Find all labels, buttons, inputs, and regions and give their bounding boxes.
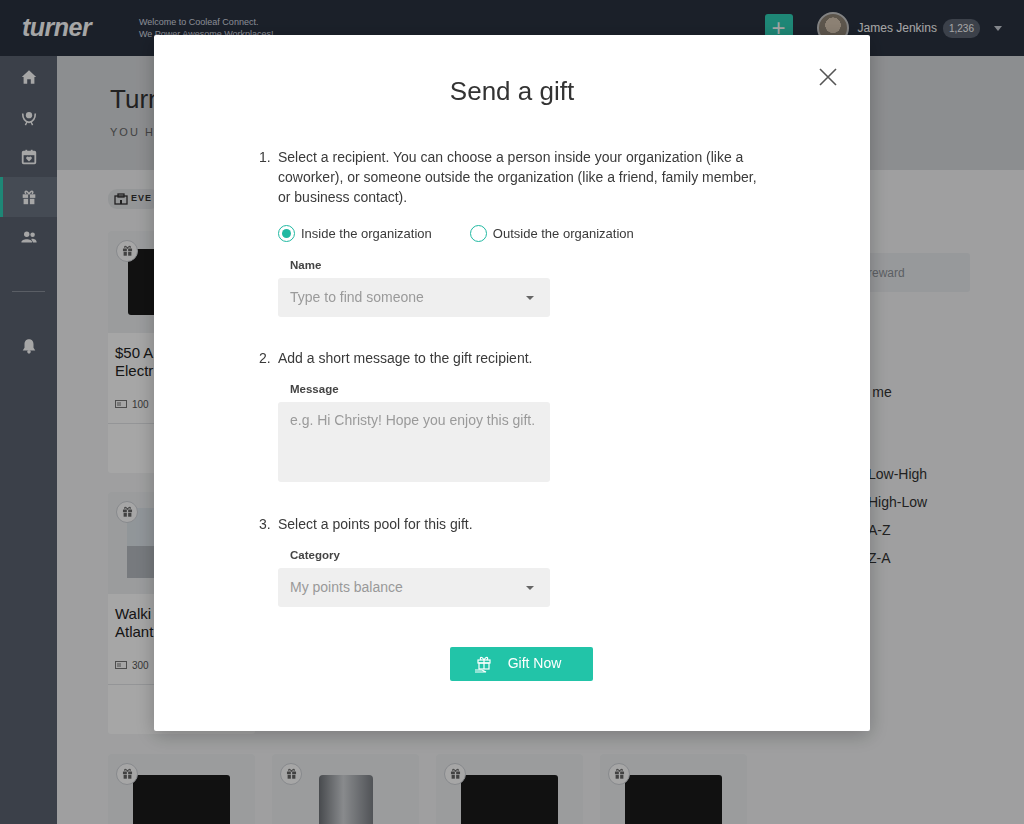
text: Gift Now [508,653,562,674]
send-gift-dialog: Send a gift 1. Select a recipient. You c… [154,35,870,731]
radio-label[interactable]: Outside the organization [493,224,634,244]
text: Select a recipient. You can choose a per… [278,147,763,207]
recipient-radio[interactable]: Outside the organization [470,224,634,244]
radio-button[interactable] [278,225,295,242]
name-field[interactable] [278,278,550,317]
step: 1. Select a recipient. You can choose a … [259,147,870,207]
caret-icon[interactable] [526,296,534,300]
recipient-radio[interactable]: Inside the organization [278,224,432,244]
caret-icon[interactable] [526,586,534,590]
category-select[interactable]: My points balance [278,568,550,607]
step: 3. Select a points pool for this gift. [259,514,870,534]
field-label: Name [278,258,870,272]
gift-now-button[interactable]: Gift Now [450,647,593,681]
gift-hand-icon [474,655,494,673]
radio-button[interactable] [470,225,487,242]
recipient-options: Inside the organization Outside the organ… [278,224,870,244]
text: 3. [259,514,278,534]
text: Add a short message to the gift recipien… [278,348,763,368]
dialog-title: Send a gift [154,75,870,107]
text: 2. [259,348,278,368]
name-input[interactable] [290,287,520,308]
category-value[interactable]: My points balance [290,577,403,598]
message-field[interactable] [278,402,550,482]
close-icon[interactable] [819,68,837,86]
field-label: Category [278,548,870,562]
radio-label[interactable]: Inside the organization [301,224,432,244]
text: 1. [259,147,278,207]
step: 2. Add a short message to the gift recip… [259,348,870,368]
field-label: Message [278,382,870,396]
text: Select a points pool for this gift. [278,514,763,534]
